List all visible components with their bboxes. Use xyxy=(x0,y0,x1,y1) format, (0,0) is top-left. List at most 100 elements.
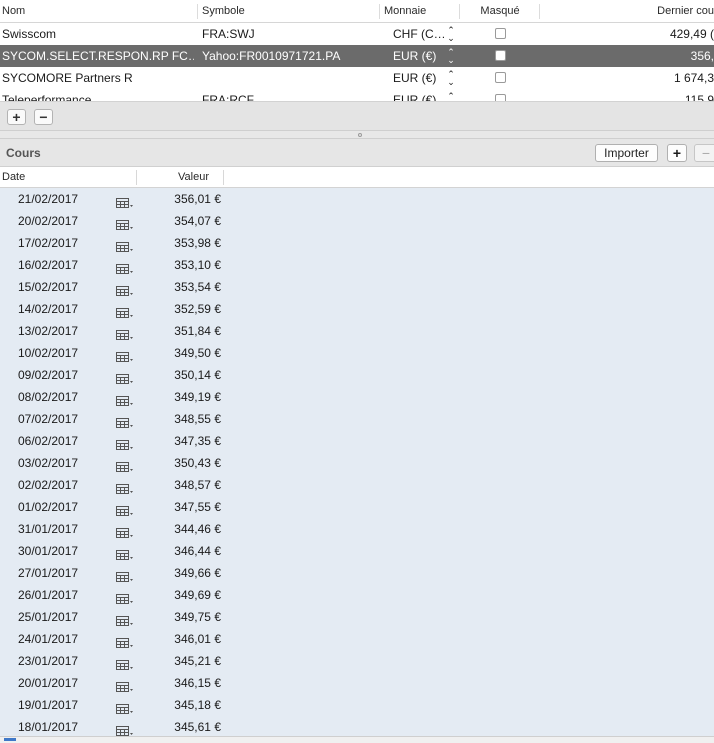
security-currency[interactable]: CHF (C… xyxy=(393,23,445,45)
security-currency[interactable]: EUR (€) xyxy=(393,45,445,67)
calendar-picker-icon[interactable] xyxy=(116,348,134,362)
column-header-dernier-cours[interactable]: Dernier cou xyxy=(545,0,714,23)
calendar-picker-icon[interactable] xyxy=(116,436,134,450)
quote-row[interactable]: 19/01/2017 345,18 € xyxy=(0,694,714,716)
quote-row[interactable]: 15/02/2017 353,54 € xyxy=(0,276,714,298)
hidden-checkbox[interactable] xyxy=(495,72,506,83)
quote-row[interactable]: 26/01/2017 349,69 € xyxy=(0,584,714,606)
split-view-divider[interactable] xyxy=(0,130,714,139)
calendar-picker-icon[interactable] xyxy=(116,194,134,208)
remove-security-button[interactable]: − xyxy=(34,109,53,125)
quote-date[interactable]: 06/02/2017 xyxy=(18,430,108,452)
security-currency[interactable]: EUR (€) xyxy=(393,67,445,89)
quote-row[interactable]: 14/02/2017 352,59 € xyxy=(0,298,714,320)
quote-row[interactable]: 10/02/2017 349,50 € xyxy=(0,342,714,364)
calendar-picker-icon[interactable] xyxy=(116,370,134,384)
quote-date[interactable]: 07/02/2017 xyxy=(18,408,108,430)
hidden-checkbox[interactable] xyxy=(495,94,506,101)
column-header-symbole[interactable]: Symbole xyxy=(202,0,377,23)
quote-date[interactable]: 24/01/2017 xyxy=(18,628,108,650)
column-divider[interactable] xyxy=(539,4,540,19)
column-header-nom[interactable]: Nom xyxy=(2,0,192,23)
quote-date[interactable]: 20/02/2017 xyxy=(18,210,108,232)
quote-value[interactable]: 347,55 € xyxy=(140,496,221,518)
quote-value[interactable]: 348,55 € xyxy=(140,408,221,430)
quote-value[interactable]: 349,66 € xyxy=(140,562,221,584)
security-row[interactable]: Swisscom FRA:SWJ CHF (C… ⌃ ⌄ 429,49 ( xyxy=(0,23,714,45)
calendar-picker-icon[interactable] xyxy=(116,634,134,648)
calendar-picker-icon[interactable] xyxy=(116,590,134,604)
calendar-picker-icon[interactable] xyxy=(116,568,134,582)
calendar-picker-icon[interactable] xyxy=(116,260,134,274)
quote-value[interactable]: 351,84 € xyxy=(140,320,221,342)
quote-value[interactable]: 349,69 € xyxy=(140,584,221,606)
calendar-picker-icon[interactable] xyxy=(116,216,134,230)
calendar-picker-icon[interactable] xyxy=(116,612,134,626)
quote-date[interactable]: 09/02/2017 xyxy=(18,364,108,386)
quote-row[interactable]: 06/02/2017 347,35 € xyxy=(0,430,714,452)
quote-value[interactable]: 345,18 € xyxy=(140,694,221,716)
quote-date[interactable]: 14/02/2017 xyxy=(18,298,108,320)
calendar-picker-icon[interactable] xyxy=(116,656,134,670)
calendar-picker-icon[interactable] xyxy=(116,414,134,428)
column-header-valeur[interactable]: Valeur xyxy=(140,167,209,188)
up-down-stepper-icon[interactable]: ⌃⌄ xyxy=(446,23,456,45)
quote-row[interactable]: 02/02/2017 348,57 € xyxy=(0,474,714,496)
calendar-picker-icon[interactable] xyxy=(116,282,134,296)
remove-quote-button[interactable]: − xyxy=(694,144,714,162)
up-down-stepper-icon[interactable]: ⌃⌄ xyxy=(446,89,456,102)
quote-value[interactable]: 345,61 € xyxy=(140,716,221,736)
quote-value[interactable]: 349,50 € xyxy=(140,342,221,364)
up-down-stepper-icon[interactable]: ⌃⌄ xyxy=(446,67,456,89)
calendar-picker-icon[interactable] xyxy=(116,480,134,494)
security-row[interactable]: Teleperformance FRA:RCF EUR (€) ⌃⌄ 115,9 xyxy=(0,89,714,101)
quote-value[interactable]: 350,14 € xyxy=(140,364,221,386)
quote-row[interactable]: 09/02/2017 350,14 € xyxy=(0,364,714,386)
quote-row[interactable]: 24/01/2017 346,01 € xyxy=(0,628,714,650)
quote-row[interactable]: 31/01/2017 344,46 € xyxy=(0,518,714,540)
quote-value[interactable]: 353,98 € xyxy=(140,232,221,254)
quote-date[interactable]: 03/02/2017 xyxy=(18,452,108,474)
quote-value[interactable]: 349,19 € xyxy=(140,386,221,408)
calendar-picker-icon[interactable] xyxy=(116,238,134,252)
calendar-picker-icon[interactable] xyxy=(116,326,134,340)
quote-row[interactable]: 01/02/2017 347,55 € xyxy=(0,496,714,518)
quote-value[interactable]: 346,44 € xyxy=(140,540,221,562)
column-header-monnaie[interactable]: Monnaie xyxy=(384,0,456,23)
quote-date[interactable]: 16/02/2017 xyxy=(18,254,108,276)
quote-row[interactable]: 13/02/2017 351,84 € xyxy=(0,320,714,342)
quote-row[interactable]: 07/02/2017 348,55 € xyxy=(0,408,714,430)
quote-row[interactable]: 30/01/2017 346,44 € xyxy=(0,540,714,562)
quote-date[interactable]: 02/02/2017 xyxy=(18,474,108,496)
quote-value[interactable]: 352,59 € xyxy=(140,298,221,320)
quote-row[interactable]: 20/01/2017 346,15 € xyxy=(0,672,714,694)
column-header-masque[interactable]: Masqué xyxy=(462,0,538,23)
add-quote-button[interactable]: + xyxy=(667,144,687,162)
quote-date[interactable]: 20/01/2017 xyxy=(18,672,108,694)
import-button[interactable]: Importer xyxy=(595,144,658,162)
quote-date[interactable]: 01/02/2017 xyxy=(18,496,108,518)
security-row-selected[interactable]: SYCOM.SELECT.RESPON.RP FC… Yahoo:FR00109… xyxy=(0,45,714,67)
quote-date[interactable]: 27/01/2017 xyxy=(18,562,108,584)
calendar-picker-icon[interactable] xyxy=(116,392,134,406)
quote-row[interactable]: 20/02/2017 354,07 € xyxy=(0,210,714,232)
quote-row[interactable]: 16/02/2017 353,10 € xyxy=(0,254,714,276)
column-divider[interactable] xyxy=(136,170,137,185)
quote-value[interactable]: 349,75 € xyxy=(140,606,221,628)
column-divider[interactable] xyxy=(197,4,198,19)
quote-row[interactable]: 27/01/2017 349,66 € xyxy=(0,562,714,584)
quote-date[interactable]: 25/01/2017 xyxy=(18,606,108,628)
calendar-picker-icon[interactable] xyxy=(116,524,134,538)
divider-grip-icon[interactable] xyxy=(358,133,362,137)
quote-date[interactable]: 19/01/2017 xyxy=(18,694,108,716)
quote-date[interactable]: 26/01/2017 xyxy=(18,584,108,606)
quote-date[interactable]: 21/02/2017 xyxy=(18,188,108,210)
calendar-picker-icon[interactable] xyxy=(116,546,134,560)
hidden-checkbox[interactable] xyxy=(495,50,506,61)
quote-value[interactable]: 346,15 € xyxy=(140,672,221,694)
quote-row[interactable]: 23/01/2017 345,21 € xyxy=(0,650,714,672)
add-security-button[interactable]: + xyxy=(7,109,26,125)
quote-value[interactable]: 344,46 € xyxy=(140,518,221,540)
quote-date[interactable]: 18/01/2017 xyxy=(18,716,108,736)
quote-value[interactable]: 353,54 € xyxy=(140,276,221,298)
